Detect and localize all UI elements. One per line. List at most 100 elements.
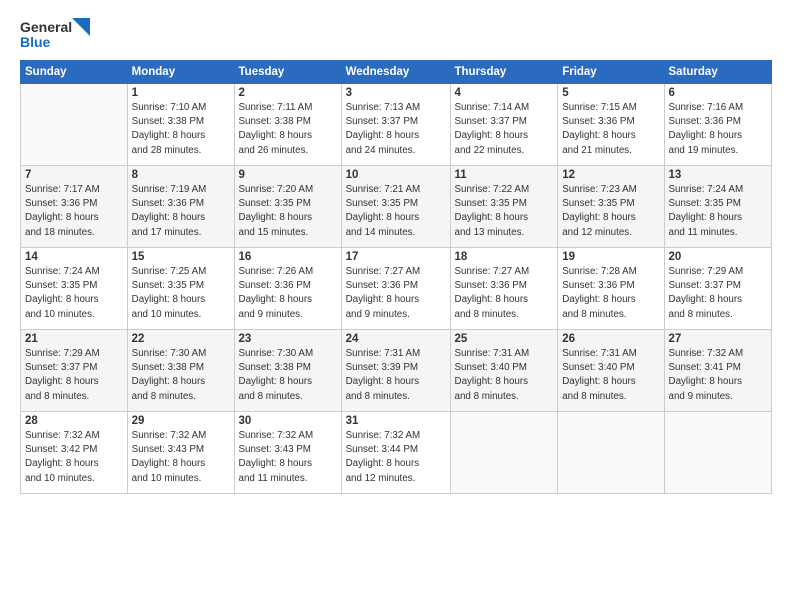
day-number: 26 [562, 333, 659, 345]
day-info: Sunrise: 7:19 AM Sunset: 3:36 PM Dayligh… [132, 183, 230, 240]
day-number: 19 [562, 251, 659, 263]
calendar-cell: 13Sunrise: 7:24 AM Sunset: 3:35 PM Dayli… [664, 166, 772, 248]
day-info: Sunrise: 7:29 AM Sunset: 3:37 PM Dayligh… [25, 347, 123, 404]
calendar-week-4: 21 Sunrise: 7:29 AM Sunset: 3:37 PM Dayli… [21, 330, 772, 412]
day-number: 12 [562, 169, 659, 181]
calendar-cell: 30 Sunrise: 7:32 AM Sunset: 3:43 PM Dayli… [234, 412, 341, 494]
day-info: Sunrise: 7:11 AM Sunset: 3:38 PM Dayligh… [239, 101, 337, 158]
calendar-week-3: 14 Sunrise: 7:24 AM Sunset: 3:35 PM Dayli… [21, 248, 772, 330]
day-number: 8 [132, 169, 230, 181]
day-info: Sunrise: 7:32 AM Sunset: 3:43 PM Dayligh… [132, 429, 230, 486]
calendar-cell: 22Sunrise: 7:30 AM Sunset: 3:38 PM Dayli… [127, 330, 234, 412]
calendar-cell: 23 Sunrise: 7:30 AM Sunset: 3:38 PM Dayli… [234, 330, 341, 412]
calendar-cell [558, 412, 664, 494]
header-cell-wednesday: Wednesday [341, 61, 450, 84]
day-number: 3 [346, 87, 446, 99]
header-cell-tuesday: Tuesday [234, 61, 341, 84]
calendar-cell: 21 Sunrise: 7:29 AM Sunset: 3:37 PM Dayli… [21, 330, 128, 412]
day-info: Sunrise: 7:30 AM Sunset: 3:38 PM Dayligh… [239, 347, 337, 404]
calendar-cell: 25 Sunrise: 7:31 AM Sunset: 3:40 PM Dayli… [450, 330, 558, 412]
day-info: Sunrise: 7:32 AM Sunset: 3:44 PM Dayligh… [346, 429, 446, 486]
calendar-cell: 15Sunrise: 7:25 AM Sunset: 3:35 PM Dayli… [127, 248, 234, 330]
day-number: 1 [132, 87, 230, 99]
day-number: 16 [239, 251, 337, 263]
day-info: Sunrise: 7:21 AM Sunset: 3:35 PM Dayligh… [346, 183, 446, 240]
calendar-cell: 29 Sunrise: 7:32 AM Sunset: 3:43 PM Dayli… [127, 412, 234, 494]
day-info: Sunrise: 7:32 AM Sunset: 3:41 PM Dayligh… [669, 347, 768, 404]
svg-text:Blue: Blue [20, 34, 51, 50]
calendar-cell [450, 412, 558, 494]
day-info: Sunrise: 7:24 AM Sunset: 3:35 PM Dayligh… [25, 265, 123, 322]
calendar-cell: 9 Sunrise: 7:20 AM Sunset: 3:35 PM Daylig… [234, 166, 341, 248]
day-number: 21 [25, 333, 123, 345]
header-cell-thursday: Thursday [450, 61, 558, 84]
calendar-cell: 26 Sunrise: 7:31 AM Sunset: 3:40 PM Dayli… [558, 330, 664, 412]
day-info: Sunrise: 7:22 AM Sunset: 3:35 PM Dayligh… [455, 183, 554, 240]
calendar-cell: 19 Sunrise: 7:28 AM Sunset: 3:36 PM Dayli… [558, 248, 664, 330]
day-number: 25 [455, 333, 554, 345]
day-info: Sunrise: 7:31 AM Sunset: 3:40 PM Dayligh… [455, 347, 554, 404]
calendar-cell: 5Sunrise: 7:15 AM Sunset: 3:36 PM Daylig… [558, 84, 664, 166]
svg-text:General: General [20, 19, 72, 35]
day-info: Sunrise: 7:23 AM Sunset: 3:35 PM Dayligh… [562, 183, 659, 240]
calendar-cell: 1 Sunrise: 7:10 AM Sunset: 3:38 PM Daylig… [127, 84, 234, 166]
day-info: Sunrise: 7:27 AM Sunset: 3:36 PM Dayligh… [346, 265, 446, 322]
calendar-table: SundayMondayTuesdayWednesdayThursdayFrid… [20, 60, 772, 494]
day-number: 31 [346, 415, 446, 427]
day-info: Sunrise: 7:10 AM Sunset: 3:38 PM Dayligh… [132, 101, 230, 158]
calendar-cell: 7Sunrise: 7:17 AM Sunset: 3:36 PM Daylig… [21, 166, 128, 248]
calendar-cell: 16 Sunrise: 7:26 AM Sunset: 3:36 PM Dayli… [234, 248, 341, 330]
header-cell-sunday: Sunday [21, 61, 128, 84]
header-cell-friday: Friday [558, 61, 664, 84]
day-info: Sunrise: 7:15 AM Sunset: 3:36 PM Dayligh… [562, 101, 659, 158]
day-number: 11 [455, 169, 554, 181]
day-number: 20 [669, 251, 768, 263]
day-info: Sunrise: 7:20 AM Sunset: 3:35 PM Dayligh… [239, 183, 337, 240]
day-number: 29 [132, 415, 230, 427]
header-cell-monday: Monday [127, 61, 234, 84]
day-number: 4 [455, 87, 554, 99]
calendar-cell: 12 Sunrise: 7:23 AM Sunset: 3:35 PM Dayli… [558, 166, 664, 248]
day-number: 9 [239, 169, 337, 181]
day-number: 27 [669, 333, 768, 345]
day-number: 22 [132, 333, 230, 345]
day-info: Sunrise: 7:32 AM Sunset: 3:43 PM Dayligh… [239, 429, 337, 486]
calendar-cell: 8 Sunrise: 7:19 AM Sunset: 3:36 PM Daylig… [127, 166, 234, 248]
calendar-cell: 3 Sunrise: 7:13 AM Sunset: 3:37 PM Daylig… [341, 84, 450, 166]
calendar-cell: 17 Sunrise: 7:27 AM Sunset: 3:36 PM Dayli… [341, 248, 450, 330]
day-number: 24 [346, 333, 446, 345]
header-cell-saturday: Saturday [664, 61, 772, 84]
day-info: Sunrise: 7:31 AM Sunset: 3:40 PM Dayligh… [562, 347, 659, 404]
day-number: 7 [25, 169, 123, 181]
day-info: Sunrise: 7:32 AM Sunset: 3:42 PM Dayligh… [25, 429, 123, 486]
header: GeneralBlue [20, 18, 772, 50]
calendar-cell [21, 84, 128, 166]
calendar-cell: 18Sunrise: 7:27 AM Sunset: 3:36 PM Dayli… [450, 248, 558, 330]
day-number: 10 [346, 169, 446, 181]
day-info: Sunrise: 7:26 AM Sunset: 3:36 PM Dayligh… [239, 265, 337, 322]
day-info: Sunrise: 7:28 AM Sunset: 3:36 PM Dayligh… [562, 265, 659, 322]
calendar-cell: 2 Sunrise: 7:11 AM Sunset: 3:38 PM Daylig… [234, 84, 341, 166]
day-info: Sunrise: 7:31 AM Sunset: 3:39 PM Dayligh… [346, 347, 446, 404]
day-number: 13 [669, 169, 768, 181]
calendar-cell: 27 Sunrise: 7:32 AM Sunset: 3:41 PM Dayli… [664, 330, 772, 412]
calendar-cell: 24 Sunrise: 7:31 AM Sunset: 3:39 PM Dayli… [341, 330, 450, 412]
calendar-header: SundayMondayTuesdayWednesdayThursdayFrid… [21, 61, 772, 84]
day-number: 28 [25, 415, 123, 427]
calendar-cell: 28 Sunrise: 7:32 AM Sunset: 3:42 PM Dayli… [21, 412, 128, 494]
calendar-cell [664, 412, 772, 494]
calendar-week-1: 1 Sunrise: 7:10 AM Sunset: 3:38 PM Daylig… [21, 84, 772, 166]
day-number: 14 [25, 251, 123, 263]
day-info: Sunrise: 7:13 AM Sunset: 3:37 PM Dayligh… [346, 101, 446, 158]
calendar-cell: 11 Sunrise: 7:22 AM Sunset: 3:35 PM Dayli… [450, 166, 558, 248]
calendar-cell: 6Sunrise: 7:16 AM Sunset: 3:36 PM Daylig… [664, 84, 772, 166]
day-number: 30 [239, 415, 337, 427]
day-number: 6 [669, 87, 768, 99]
day-number: 2 [239, 87, 337, 99]
day-info: Sunrise: 7:27 AM Sunset: 3:36 PM Dayligh… [455, 265, 554, 322]
day-number: 23 [239, 333, 337, 345]
day-number: 17 [346, 251, 446, 263]
day-info: Sunrise: 7:29 AM Sunset: 3:37 PM Dayligh… [669, 265, 768, 322]
logo-svg: GeneralBlue [20, 18, 90, 50]
calendar-cell: 14 Sunrise: 7:24 AM Sunset: 3:35 PM Dayli… [21, 248, 128, 330]
